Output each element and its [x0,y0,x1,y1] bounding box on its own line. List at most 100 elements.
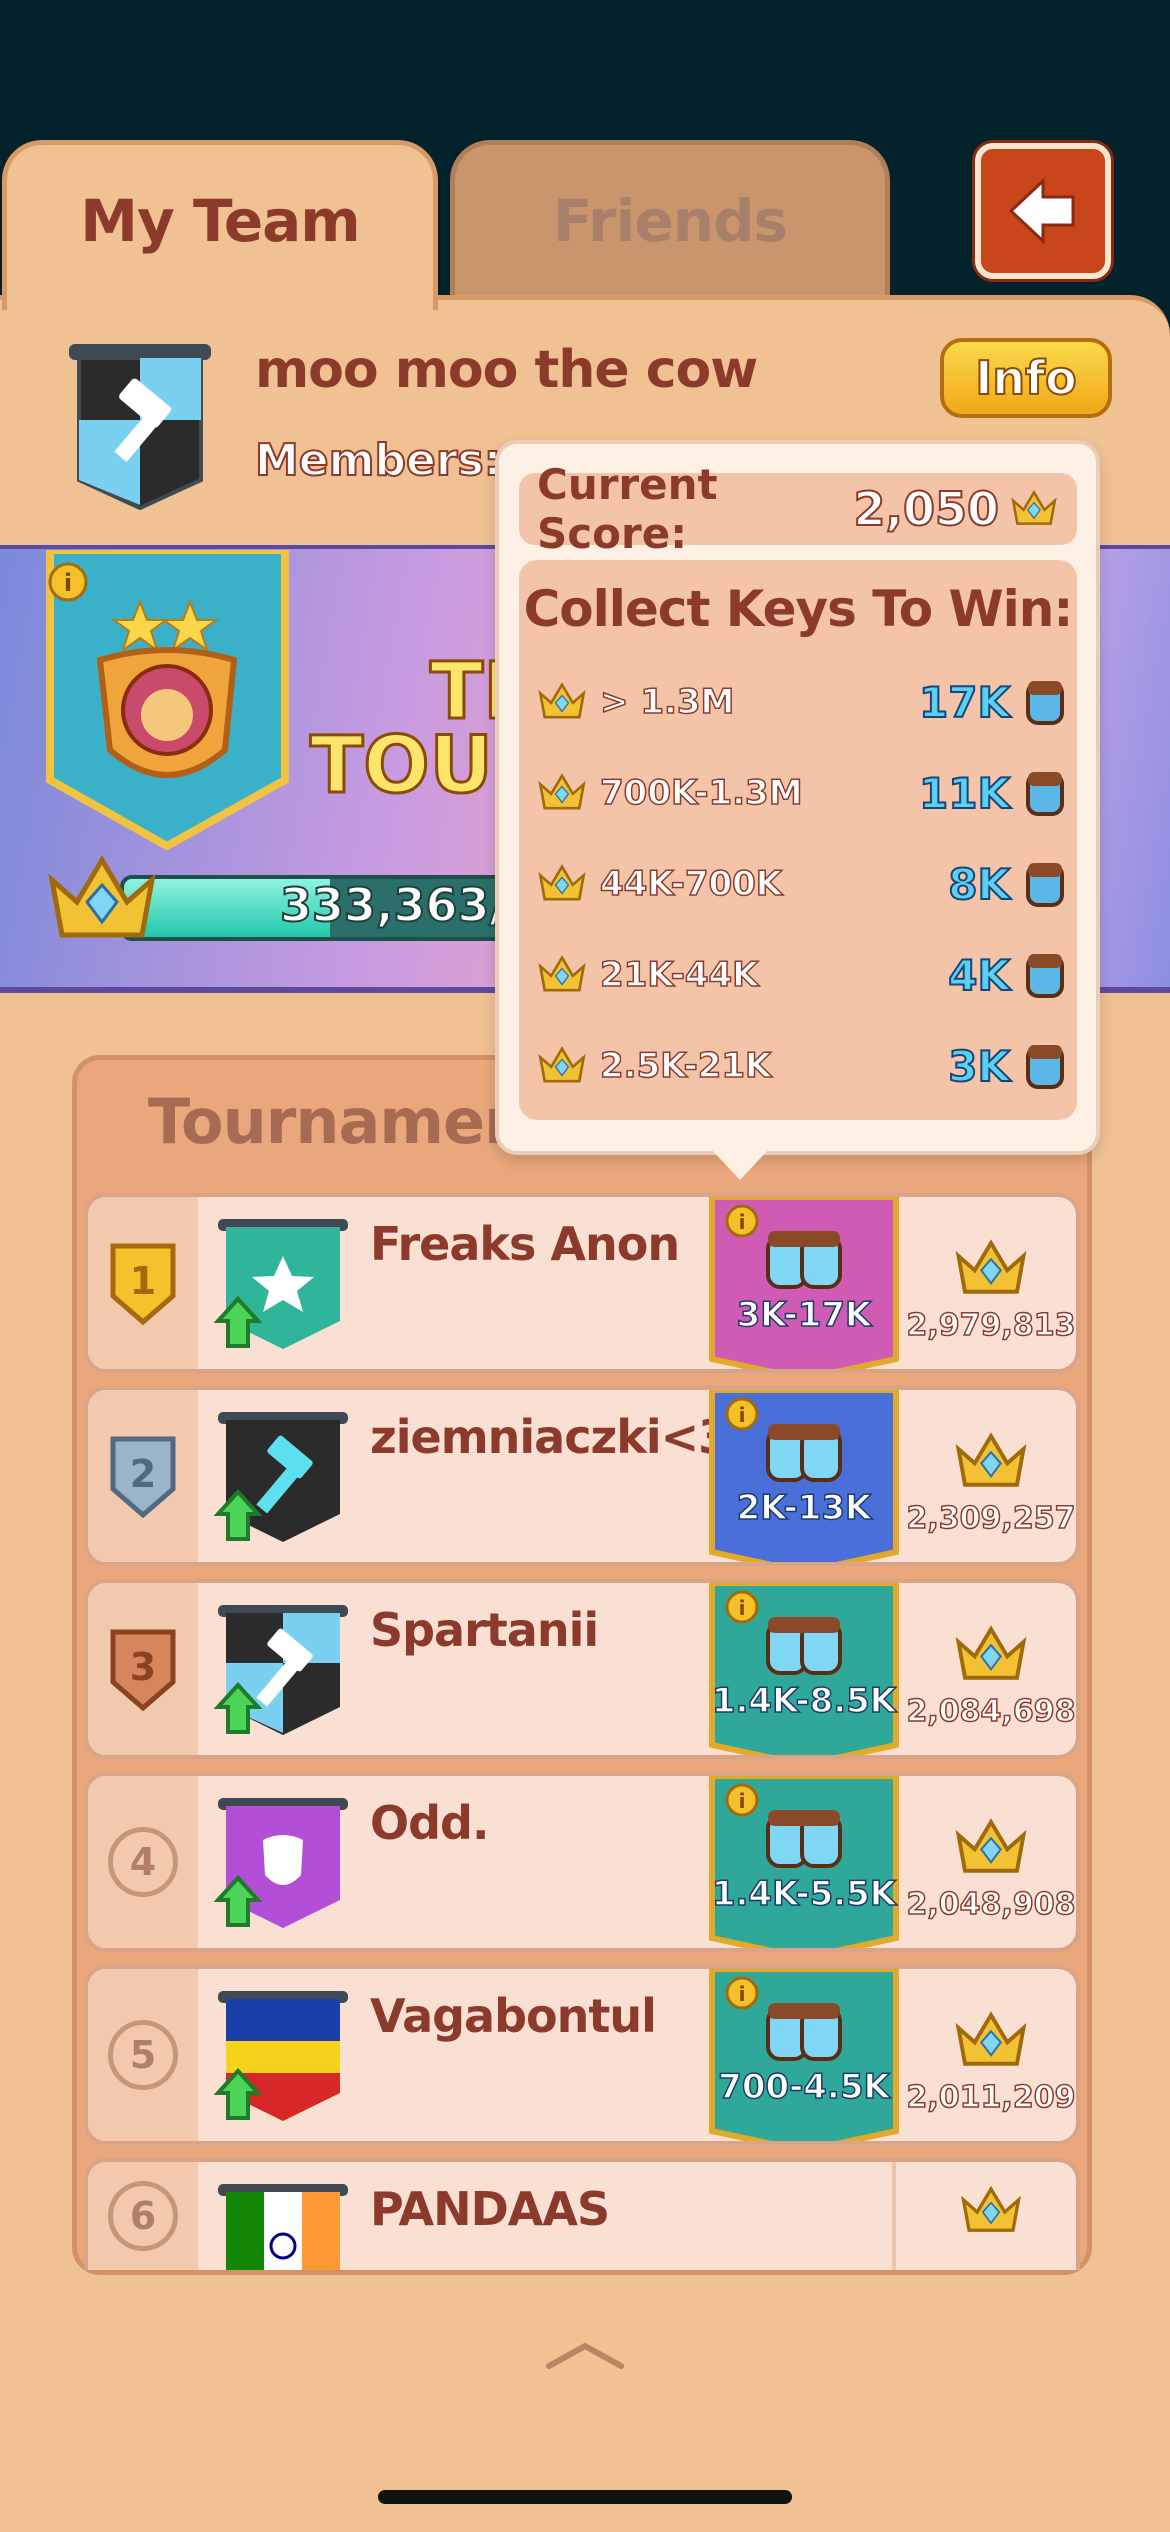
key-icon [1026,863,1064,907]
team-score: 2,979,813 [902,1197,1076,1369]
crown-icon [955,1432,1027,1487]
key-chest-reward[interactable]: i [706,1772,902,1952]
key-icon [1026,954,1064,998]
key-chest-reward[interactable]: i [706,1579,902,1759]
leaderboard-row[interactable]: 4 Odd. i 1.4K-5.5K 2,048,908 [84,1772,1080,1952]
leaderboard-row[interactable]: 1 Freaks Anon i 3K-17K 2,979,813 [84,1193,1080,1373]
back-button[interactable] [975,143,1111,279]
reward-range: 1.4K-8.5K [711,1680,897,1722]
crown-icon [955,2011,1027,2066]
chevron-up-icon[interactable] [545,2340,625,2370]
back-arrow-icon [1008,177,1075,245]
score-value: 2,979,813 [906,1307,1076,1344]
crown-icon [538,864,586,901]
team-name: Odd. [370,1796,489,1850]
key-chest-icon [766,2003,842,2061]
reward-tier: 700K-1.3M 11K [536,758,1066,828]
leaderboard-row[interactable]: 2 ziemniaczki<33 i 2K-13K 2,309,257 [84,1386,1080,1566]
tier-range: 700K-1.3M [599,772,803,814]
crown-icon [48,855,156,938]
team-flag-icon [213,1412,348,1542]
crown-icon [955,1818,1027,1873]
rank-circle: 5 [108,2020,178,2090]
reward-tier: 2.5K-21K 3K [536,1031,1066,1101]
rank-cell: 2 [88,1390,198,1562]
reward-range: 700-4.5K [717,2066,890,2108]
team-score: 2,084,698 [902,1583,1076,1755]
reward-range: 2K-13K [736,1487,872,1529]
rank-medal-icon: 3 [110,1629,176,1712]
popover-arrow [712,1150,768,1180]
score-value: 2,048,908 [906,1886,1076,1923]
rank-cell: 6 [88,2162,198,2270]
rank-number: 1 [130,1259,156,1303]
reward-tier: 21K-44K 4K [536,940,1066,1010]
score-value: 2,309,257 [906,1500,1076,1537]
team-info-button[interactable]: Info [940,338,1112,418]
key-icon [1026,1045,1064,1089]
team-flag-icon [213,1219,348,1349]
rank-medal-icon: 1 [110,1243,176,1326]
team-flag-icon [213,1991,348,2121]
key-icon [1026,772,1064,816]
leaderboard-row[interactable]: 3 Spartanii i 1.4K-8.5K 2,084,698 [84,1579,1080,1759]
tab-friends[interactable]: Friends [450,140,890,300]
svg-text:i: i [739,1210,746,1234]
team-flag-icon [213,1798,348,1928]
key-chest-icon [766,1231,842,1289]
tab-my-team[interactable]: My Team [2,140,438,310]
tournament-shield-icon: i [46,550,289,850]
rank-cell: 4 [88,1776,198,1948]
tab-friends-label: Friends [552,187,788,255]
reward-tier: 44K-700K 8K [536,849,1066,919]
rank-circle: 6 [108,2181,178,2251]
reward-range: 1.4K-5.5K [711,1873,897,1915]
crown-icon [961,2185,1021,2232]
svg-text:i: i [64,569,72,597]
svg-text:i: i [739,1403,746,1427]
team-flag-icon [213,1605,348,1735]
rank-cell: 3 [88,1583,198,1755]
row-divider [892,2162,896,2270]
leaderboard-row[interactable]: 6 PANDAAS [84,2158,1080,2270]
rank-medal-icon: 2 [110,1436,176,1519]
tab-my-team-label: My Team [80,187,360,255]
crown-icon [538,955,586,992]
score-value: 2,011,209 [906,2079,1076,2116]
current-score-bar: Current Score: 2,050 [519,460,1077,558]
team-score: 2,048,908 [902,1776,1076,1948]
score-value: 2,084,698 [906,1693,1076,1730]
reward-range: 3K-17K [736,1294,872,1336]
crown-icon [955,1625,1027,1680]
crown-icon [538,682,586,719]
svg-text:i: i [739,1982,746,2006]
crown-icon [538,773,586,810]
home-indicator[interactable] [378,2490,792,2504]
key-chest-icon [766,1424,842,1482]
tier-keys: 17K [918,677,1011,728]
tier-keys: 3K [947,1041,1011,1092]
team-name: Spartanii [370,1603,599,1657]
crown-icon [1011,489,1057,525]
tier-range: > 1.3M [599,681,735,723]
team-name: ziemniaczki<33 [370,1410,761,1464]
team-score: 2,309,257 [902,1390,1076,1562]
reward-tier: > 1.3M 17K [536,667,1066,737]
leaderboard-row[interactable]: 5 Vagabontul i 700-4.5K 2,011,209 [84,1965,1080,2145]
current-score-label: Current Score: [537,460,718,558]
key-chest-reward[interactable]: i [706,1386,902,1566]
rank-cell: 5 [88,1969,198,2141]
team-name: PANDAAS [370,2182,610,2236]
team-score [902,2162,1076,2270]
tier-keys: 8K [947,859,1011,910]
team-name: Freaks Anon [370,1217,680,1271]
rank-circle: 4 [108,1827,178,1897]
key-chest-icon [766,1810,842,1868]
rank-number: 6 [129,2194,157,2238]
key-chest-reward[interactable]: i [706,1965,902,2145]
crown-icon [955,1239,1027,1294]
current-score-value: 2,050 [852,481,1000,537]
team-flag-icon [69,344,211,510]
key-chest-reward[interactable]: i [706,1193,902,1373]
tier-range: 21K-44K [599,954,759,996]
